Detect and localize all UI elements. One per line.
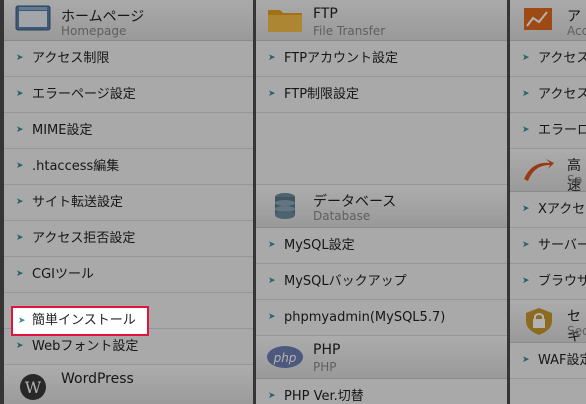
ftp-db-php-column: FTP File Transfer ➤ FTPアカウント設定 ➤ FTP制限設定 デ…: [256, 0, 507, 404]
database-title: データベース: [313, 194, 397, 210]
menu-item-label: ブラウザ: [538, 274, 586, 289]
arrow-bullet-icon: ➤: [268, 312, 276, 322]
menu-item-label: エラーロ: [538, 123, 586, 138]
arrow-bullet-icon: ➤: [268, 391, 276, 401]
wordpress-title: WordPress: [61, 371, 134, 387]
menu-item-mysql-settings[interactable]: ➤ MySQL設定: [256, 228, 507, 264]
menu-item-browser-cache[interactable]: ➤ ブラウザ: [510, 264, 586, 300]
database-subtitle: Database: [313, 209, 371, 223]
security-lock-icon: [526, 308, 552, 335]
menu-item-x-accel[interactable]: ➤ Xアクセ: [510, 192, 586, 228]
homepage-subtitle: Homepage: [61, 24, 127, 38]
menu-item-ftp-restriction[interactable]: ➤ FTP制限設定: [256, 77, 507, 113]
homepage-section-header: ホームページ Homepage: [4, 0, 253, 41]
menu-item-label: .htaccess編集: [32, 159, 120, 174]
menu-item-label: phpmyadmin(MySQL5.7): [284, 310, 446, 325]
svg-text:php: php: [273, 351, 297, 365]
menu-item-php-version[interactable]: ➤ PHP Ver.切替: [256, 379, 507, 404]
menu-item-site-redirect[interactable]: ➤ サイト転送設定: [4, 185, 253, 221]
ftp-title: FTP: [313, 6, 338, 22]
security-subtitle: Secu: [567, 324, 586, 338]
access-title: ア: [567, 9, 581, 25]
menu-item-server-cache[interactable]: ➤ サーバー: [510, 228, 586, 264]
menu-item-label: MySQL設定: [284, 238, 355, 253]
homepage-column: ホームページ Homepage ➤ アクセス制限 ➤ エラーページ設定 ➤ MIME設…: [4, 0, 253, 404]
arrow-bullet-icon: ➤: [16, 197, 24, 207]
homepage-icon: [15, 5, 51, 31]
menu-item-cgi-tools[interactable]: ➤ CGIツール: [4, 257, 253, 293]
php-subtitle: PHP: [313, 360, 337, 374]
menu-item-htaccess[interactable]: ➤ .htaccess編集: [4, 149, 253, 185]
menu-item-access-log-1[interactable]: ➤ アクセス: [510, 41, 586, 77]
menu-item-label: エラーページ設定: [32, 87, 136, 102]
arrow-bullet-icon: ➤: [16, 269, 24, 279]
arrow-bullet-icon: ➤: [522, 89, 530, 99]
arrow-bullet-icon: ➤: [522, 53, 530, 63]
arrow-bullet-icon: ➤: [268, 53, 276, 63]
arrow-bullet-icon: ➤: [268, 240, 276, 250]
menu-item-error-page[interactable]: ➤ エラーページ設定: [4, 77, 253, 113]
svg-text:W: W: [25, 378, 42, 397]
arrow-bullet-icon: ➤: [522, 240, 530, 250]
menu-item-waf[interactable]: ➤ WAF設定: [510, 343, 586, 379]
ftp-folder-icon: [268, 10, 302, 32]
access-subtitle: Acce: [567, 24, 586, 38]
menu-item-phpmyadmin[interactable]: ➤ phpmyadmin(MySQL5.7): [256, 300, 507, 336]
database-icon: [275, 193, 295, 219]
php-title: PHP: [313, 342, 341, 358]
menu-item-ftp-account[interactable]: ➤ FTPアカウント設定: [256, 41, 507, 77]
menu-item-label: Xアクセ: [538, 202, 586, 217]
access-section-header: ア Acce: [510, 0, 586, 41]
menu-item-label: アクセス制限: [32, 51, 110, 66]
menu-item-access-log-2[interactable]: ➤ アクセス: [510, 77, 586, 113]
menu-item-mysql-backup[interactable]: ➤ MySQLバックアップ: [256, 264, 507, 300]
php-section-header: php PHP PHP: [256, 336, 507, 379]
arrow-bullet-icon: ➤: [268, 89, 276, 99]
security-section-header: セキ Secu: [510, 300, 586, 345]
access-speed-security-column: ア Acce ➤ アクセス ➤ アクセス ➤ エラーロ 高速 Sp ➤ Xアクセ ➤ サー…: [510, 0, 586, 404]
homepage-title: ホームページ: [61, 9, 145, 25]
arrow-bullet-icon: ➤: [522, 355, 530, 365]
menu-item-label: MySQLバックアップ: [284, 274, 407, 289]
wordpress-icon: W: [20, 374, 46, 400]
arrow-bullet-icon: ➤: [16, 53, 24, 63]
menu-item-mime[interactable]: ➤ MIME設定: [4, 113, 253, 149]
menu-item-access-deny[interactable]: ➤ アクセス拒否設定: [4, 221, 253, 257]
menu-item-label: CGIツール: [32, 267, 94, 282]
arrow-bullet-icon: ➤: [16, 89, 24, 99]
menu-item-label: サイト転送設定: [32, 195, 124, 210]
menu-item-label: サーバー: [538, 238, 586, 253]
menu-item-label: アクセス: [538, 51, 586, 66]
server-panel-menu: ホームページ Homepage ➤ アクセス制限 ➤ エラーページ設定 ➤ MIME設…: [0, 0, 586, 404]
wordpress-section-header: W WordPress: [4, 365, 253, 404]
menu-item-error-log[interactable]: ➤ エラーロ: [510, 113, 586, 149]
menu-item-label: FTP制限設定: [284, 87, 360, 102]
arrow-bullet-icon: ➤: [522, 125, 530, 135]
ftp-section-header: FTP File Transfer: [256, 0, 507, 41]
php-icon: php: [267, 346, 303, 368]
menu-item-label: FTPアカウント設定: [284, 51, 399, 66]
arrow-bullet-icon: ➤: [18, 316, 26, 326]
arrow-bullet-icon: ➤: [16, 161, 24, 171]
menu-item-label: アクセス: [538, 87, 586, 102]
arrow-bullet-icon: ➤: [16, 125, 24, 135]
speed-icon: [524, 159, 554, 181]
menu-item-easy-install[interactable]: ➤ 簡単インストール: [11, 306, 149, 336]
menu-item-label: WAF設定: [538, 353, 586, 368]
database-section-header: データベース Database: [256, 185, 507, 228]
menu-item-label: アクセス拒否設定: [32, 231, 136, 246]
speed-section-header: 高速 Sp: [510, 149, 586, 194]
empty-row: [256, 113, 507, 185]
menu-item-label: PHP Ver.切替: [284, 389, 364, 404]
access-analytics-icon: [524, 8, 552, 30]
arrow-bullet-icon: ➤: [522, 276, 530, 286]
menu-item-label: 簡単インストール: [32, 313, 136, 328]
menu-item-access-restriction[interactable]: ➤ アクセス制限: [4, 41, 253, 77]
menu-item-label: MIME設定: [32, 123, 93, 138]
ftp-subtitle: File Transfer: [313, 24, 386, 38]
arrow-bullet-icon: ➤: [268, 276, 276, 286]
arrow-bullet-icon: ➤: [16, 233, 24, 243]
speed-subtitle: Sp: [567, 173, 583, 187]
arrow-bullet-icon: ➤: [522, 204, 530, 214]
